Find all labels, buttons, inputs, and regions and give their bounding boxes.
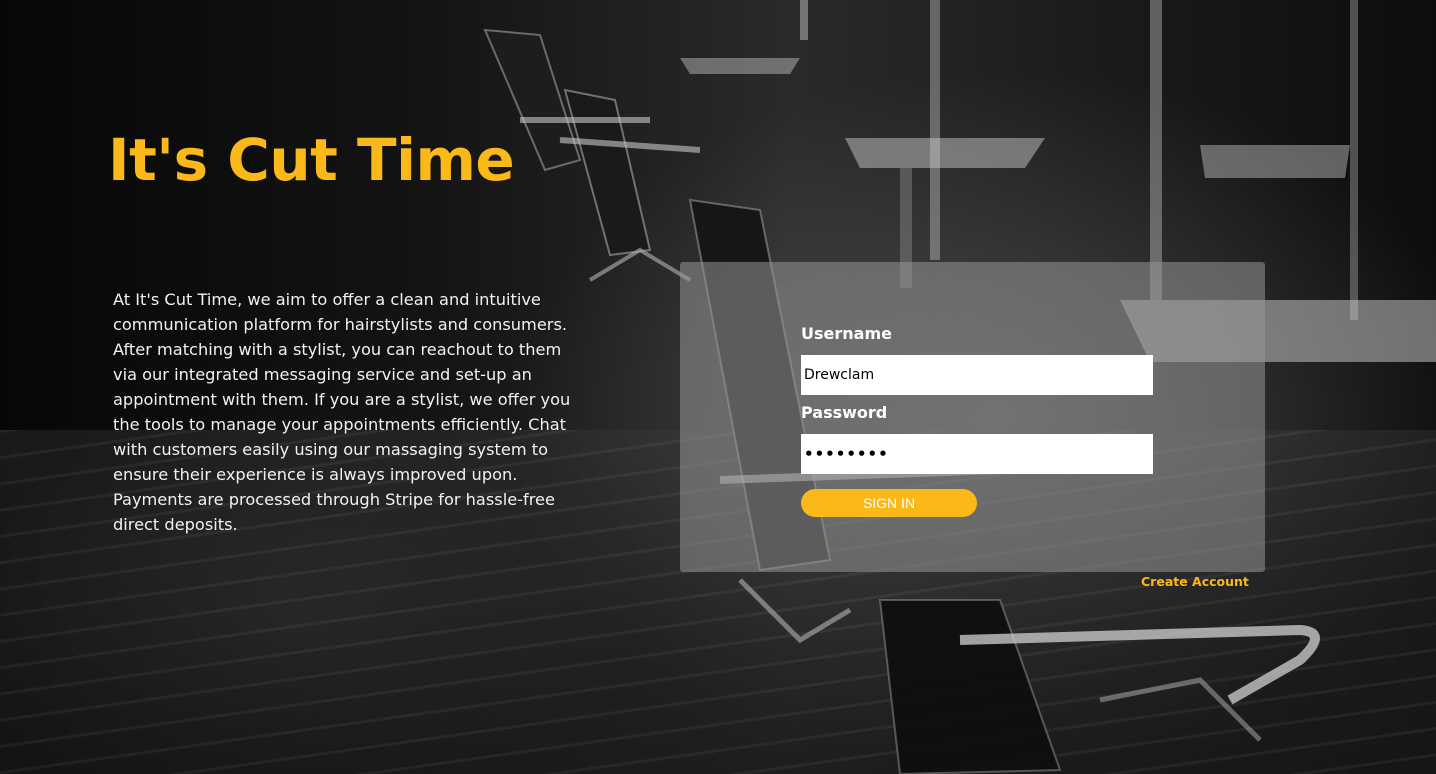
create-account-link[interactable]: Create Account bbox=[1141, 574, 1249, 589]
password-label: Password bbox=[801, 403, 888, 422]
login-panel: Username Drewclam Password •••••••• SIGN… bbox=[680, 262, 1265, 572]
username-label: Username bbox=[801, 324, 892, 343]
sign-in-button[interactable]: SIGN IN bbox=[801, 489, 977, 517]
password-input[interactable]: •••••••• bbox=[801, 434, 1153, 474]
about-paragraph: At It's Cut Time, we aim to offer a clea… bbox=[113, 290, 571, 534]
page-title: It's Cut Time bbox=[108, 126, 515, 194]
username-input[interactable]: Drewclam bbox=[801, 355, 1153, 395]
